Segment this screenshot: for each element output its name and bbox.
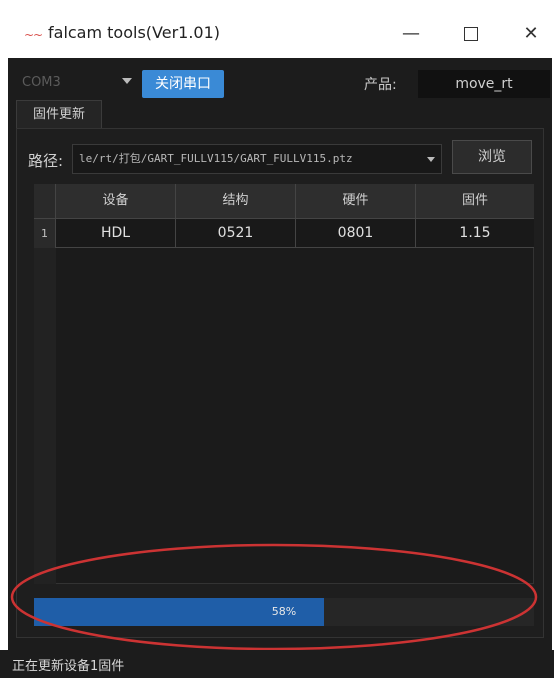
window-title: falcam tools(Ver1.01) bbox=[48, 23, 221, 42]
row-number[interactable]: 1 bbox=[34, 218, 56, 248]
toolbar: COM3 关闭串口 产品: move_rt bbox=[8, 58, 552, 106]
column-header-hardware[interactable]: 硬件 bbox=[296, 184, 416, 218]
path-label: 路径: bbox=[28, 152, 64, 170]
path-combo-input[interactable]: le/rt/打包/GART_FULLV115/GART_FULLV115.ptz bbox=[72, 144, 442, 174]
column-header-structure[interactable]: 结构 bbox=[176, 184, 296, 218]
table-cell-device[interactable]: HDL bbox=[56, 218, 176, 248]
close-serial-port-button[interactable]: 关闭串口 bbox=[142, 70, 224, 98]
table-cell-firmware[interactable]: 1.15 bbox=[416, 218, 534, 248]
status-text: 正在更新设备1固件 bbox=[12, 659, 125, 674]
row-header-column bbox=[34, 248, 56, 584]
table-cell-structure[interactable]: 0521 bbox=[176, 218, 296, 248]
product-select[interactable]: move_rt bbox=[418, 70, 550, 98]
app-logo-icon: ~~ bbox=[24, 28, 43, 42]
browse-button[interactable]: 浏览 bbox=[452, 140, 532, 174]
chevron-down-icon[interactable] bbox=[122, 78, 132, 84]
serial-port-select[interactable]: COM3 bbox=[22, 70, 134, 96]
tab-firmware-update[interactable]: 固件更新 bbox=[16, 100, 102, 129]
maximize-icon bbox=[464, 27, 478, 41]
minimize-button[interactable]: — bbox=[388, 18, 434, 50]
table-cell-hardware[interactable]: 0801 bbox=[296, 218, 416, 248]
product-label: 产品: bbox=[364, 77, 397, 93]
column-header-firmware[interactable]: 固件 bbox=[416, 184, 534, 218]
title-bar[interactable]: ~~ falcam tools(Ver1.01) — ✕ bbox=[8, 10, 552, 58]
maximize-button[interactable] bbox=[448, 18, 494, 50]
table-corner[interactable] bbox=[34, 184, 56, 218]
column-header-device[interactable]: 设备 bbox=[56, 184, 176, 218]
progress-percent: 58% bbox=[271, 605, 297, 618]
close-window-button[interactable]: ✕ bbox=[508, 18, 554, 50]
chevron-down-icon[interactable] bbox=[427, 157, 435, 162]
